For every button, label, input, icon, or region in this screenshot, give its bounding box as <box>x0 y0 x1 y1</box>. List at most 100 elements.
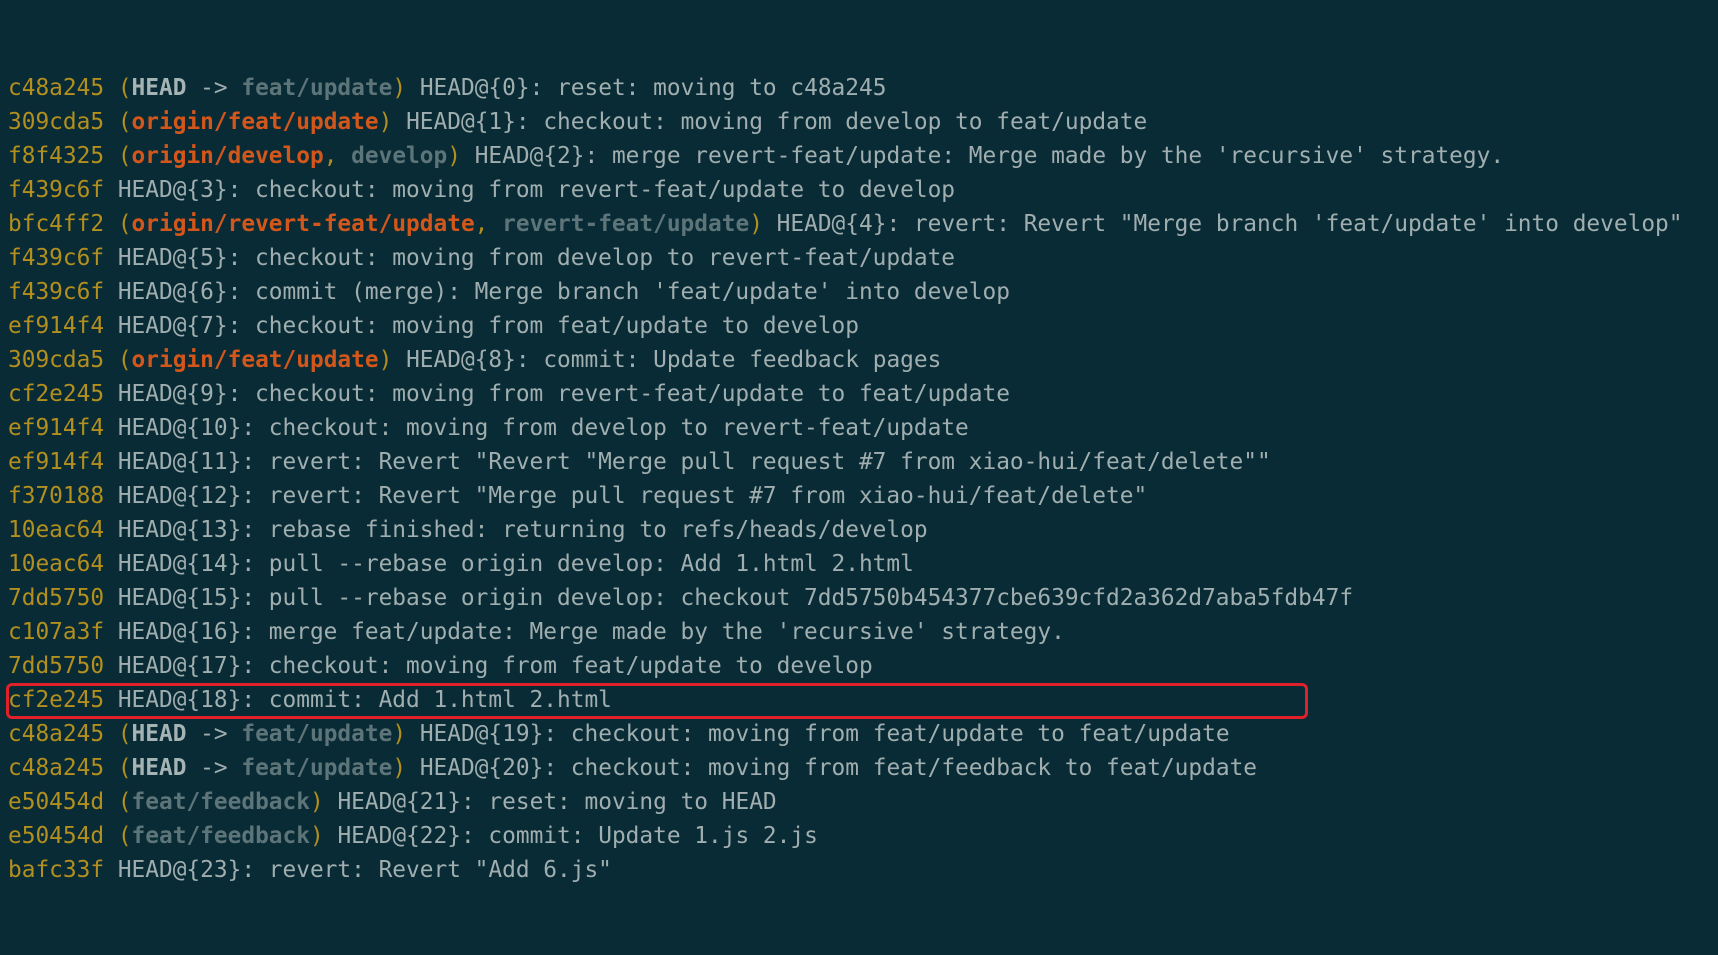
remote-branch-ref: origin/develop <box>131 143 324 169</box>
reflog-message: HEAD@{6}: commit (merge): Merge branch '… <box>117 279 1010 305</box>
remote-branch-ref: origin/feat/update <box>131 347 379 373</box>
commit-hash: ef914f4 <box>8 313 105 339</box>
head-ref: HEAD <box>131 755 187 781</box>
head-arrow: -> <box>186 721 242 747</box>
reflog-line: cf2e245 HEAD@{18}: commit: Add 1.html 2.… <box>8 683 1718 717</box>
reflog-message: HEAD@{10}: checkout: moving from develop… <box>117 415 969 441</box>
reflog-line: f439c6f HEAD@{5}: checkout: moving from … <box>8 241 1718 275</box>
ref-open-paren: ( <box>117 143 132 169</box>
ref-open-paren: ( <box>117 721 132 747</box>
reflog-line: 7dd5750 HEAD@{17}: checkout: moving from… <box>8 649 1718 683</box>
reflog-message: HEAD@{9}: checkout: moving from revert-f… <box>117 381 1010 407</box>
ref-open-paren: ( <box>117 109 132 135</box>
ref-separator: , <box>474 211 503 237</box>
head-ref: HEAD <box>131 721 187 747</box>
reflog-message: HEAD@{4}: revert: Revert "Merge branch '… <box>776 211 1683 237</box>
reflog-message: HEAD@{13}: rebase finished: returning to… <box>117 517 928 543</box>
commit-hash: f439c6f <box>8 177 105 203</box>
reflog-line: 309cda5 (origin/feat/update) HEAD@{8}: c… <box>8 343 1718 377</box>
local-branch-ref: revert-feat/update <box>502 211 750 237</box>
reflog-line: c48a245 (HEAD -> feat/update) HEAD@{19}:… <box>8 717 1718 751</box>
reflog-message: HEAD@{20}: checkout: moving from feat/fe… <box>419 755 1258 781</box>
local-branch-ref: feat/update <box>241 75 393 101</box>
head-ref: HEAD <box>131 75 187 101</box>
commit-hash: f8f4325 <box>8 143 105 169</box>
ref-close-paren: ) <box>447 143 461 169</box>
reflog-message: HEAD@{15}: pull --rebase origin develop:… <box>117 585 1354 611</box>
commit-hash: c48a245 <box>8 721 105 747</box>
local-branch-ref: feat/feedback <box>131 823 310 849</box>
ref-close-paren: ) <box>749 211 763 237</box>
reflog-line: bfc4ff2 (origin/revert-feat/update, reve… <box>8 207 1718 241</box>
reflog-line: c107a3f HEAD@{16}: merge feat/update: Me… <box>8 615 1718 649</box>
commit-hash: bfc4ff2 <box>8 211 105 237</box>
ref-close-paren: ) <box>309 823 324 849</box>
commit-hash: 7dd5750 <box>8 653 105 679</box>
reflog-line: c48a245 (HEAD -> feat/update) HEAD@{20}:… <box>8 751 1718 785</box>
reflog-message: HEAD@{16}: merge feat/update: Merge made… <box>117 619 1065 645</box>
commit-hash: cf2e245 <box>8 687 105 713</box>
reflog-message: HEAD@{8}: commit: Update feedback pages <box>406 347 942 373</box>
ref-open-paren: ( <box>117 789 132 815</box>
reflog-line: f439c6f HEAD@{6}: commit (merge): Merge … <box>8 275 1718 309</box>
commit-hash: f439c6f <box>8 245 105 271</box>
head-arrow: -> <box>186 755 242 781</box>
reflog-message: HEAD@{3}: checkout: moving from revert-f… <box>117 177 956 203</box>
reflog-line: e50454d (feat/feedback) HEAD@{22}: commi… <box>8 819 1718 853</box>
commit-hash: 10eac64 <box>8 551 105 577</box>
ref-close-paren: ) <box>378 109 393 135</box>
reflog-message: HEAD@{7}: checkout: moving from feat/upd… <box>117 313 859 339</box>
commit-hash: e50454d <box>8 823 105 849</box>
reflog-message: HEAD@{0}: reset: moving to c48a245 <box>419 75 887 101</box>
ref-separator: , <box>323 143 352 169</box>
local-branch-ref: develop <box>351 143 448 169</box>
reflog-line: 309cda5 (origin/feat/update) HEAD@{1}: c… <box>8 105 1718 139</box>
local-branch-ref: feat/update <box>241 755 393 781</box>
reflog-message: HEAD@{11}: revert: Revert "Revert "Merge… <box>117 449 1271 475</box>
commit-hash: f439c6f <box>8 279 105 305</box>
commit-hash: 7dd5750 <box>8 585 105 611</box>
reflog-line: ef914f4 HEAD@{11}: revert: Revert "Rever… <box>8 445 1718 479</box>
reflog-line: f370188 HEAD@{12}: revert: Revert "Merge… <box>8 479 1718 513</box>
commit-hash: ef914f4 <box>8 449 105 475</box>
reflog-line: 7dd5750 HEAD@{15}: pull --rebase origin … <box>8 581 1718 615</box>
reflog-message: HEAD@{2}: merge revert-feat/update: Merg… <box>474 143 1505 169</box>
reflog-message: HEAD@{19}: checkout: moving from feat/up… <box>419 721 1230 747</box>
remote-branch-ref: origin/revert-feat/update <box>131 211 475 237</box>
reflog-message: HEAD@{21}: reset: moving to HEAD <box>337 789 777 815</box>
reflog-line: ef914f4 HEAD@{10}: checkout: moving from… <box>8 411 1718 445</box>
ref-open-paren: ( <box>117 211 132 237</box>
ref-close-paren: ) <box>392 721 407 747</box>
commit-hash: cf2e245 <box>8 381 105 407</box>
reflog-message: HEAD@{22}: commit: Update 1.js 2.js <box>337 823 818 849</box>
commit-hash: ef914f4 <box>8 415 105 441</box>
reflog-line: f8f4325 (origin/develop, develop) HEAD@{… <box>8 139 1718 173</box>
remote-branch-ref: origin/feat/update <box>131 109 379 135</box>
reflog-line: 10eac64 HEAD@{14}: pull --rebase origin … <box>8 547 1718 581</box>
commit-hash: 10eac64 <box>8 517 105 543</box>
local-branch-ref: feat/update <box>241 721 393 747</box>
reflog-line: 10eac64 HEAD@{13}: rebase finished: retu… <box>8 513 1718 547</box>
commit-hash: c48a245 <box>8 75 105 101</box>
reflog-message: HEAD@{5}: checkout: moving from develop … <box>117 245 956 271</box>
ref-close-paren: ) <box>392 755 407 781</box>
terminal-window[interactable]: c48a245 (HEAD -> feat/update) HEAD@{0}: … <box>0 0 1718 883</box>
reflog-line: f439c6f HEAD@{3}: checkout: moving from … <box>8 173 1718 207</box>
reflog-line: e50454d (feat/feedback) HEAD@{21}: reset… <box>8 785 1718 819</box>
reflog-output: c48a245 (HEAD -> feat/update) HEAD@{0}: … <box>8 71 1718 887</box>
commit-hash: f370188 <box>8 483 105 509</box>
head-arrow: -> <box>186 75 242 101</box>
reflog-message: HEAD@{14}: pull --rebase origin develop:… <box>117 551 914 577</box>
reflog-message: HEAD@{12}: revert: Revert "Merge pull re… <box>117 483 1148 509</box>
reflog-line: ef914f4 HEAD@{7}: checkout: moving from … <box>8 309 1718 343</box>
reflog-line: c48a245 (HEAD -> feat/update) HEAD@{0}: … <box>8 71 1718 105</box>
reflog-message: HEAD@{18}: commit: Add 1.html 2.html <box>117 687 612 713</box>
commit-hash: c107a3f <box>8 619 105 645</box>
ref-open-paren: ( <box>117 823 132 849</box>
ref-close-paren: ) <box>378 347 393 373</box>
ref-open-paren: ( <box>117 347 132 373</box>
ref-open-paren: ( <box>117 75 132 101</box>
reflog-message: HEAD@{23}: revert: Revert "Add 6.js" <box>117 857 612 883</box>
commit-hash: 309cda5 <box>8 347 105 373</box>
ref-close-paren: ) <box>392 75 407 101</box>
